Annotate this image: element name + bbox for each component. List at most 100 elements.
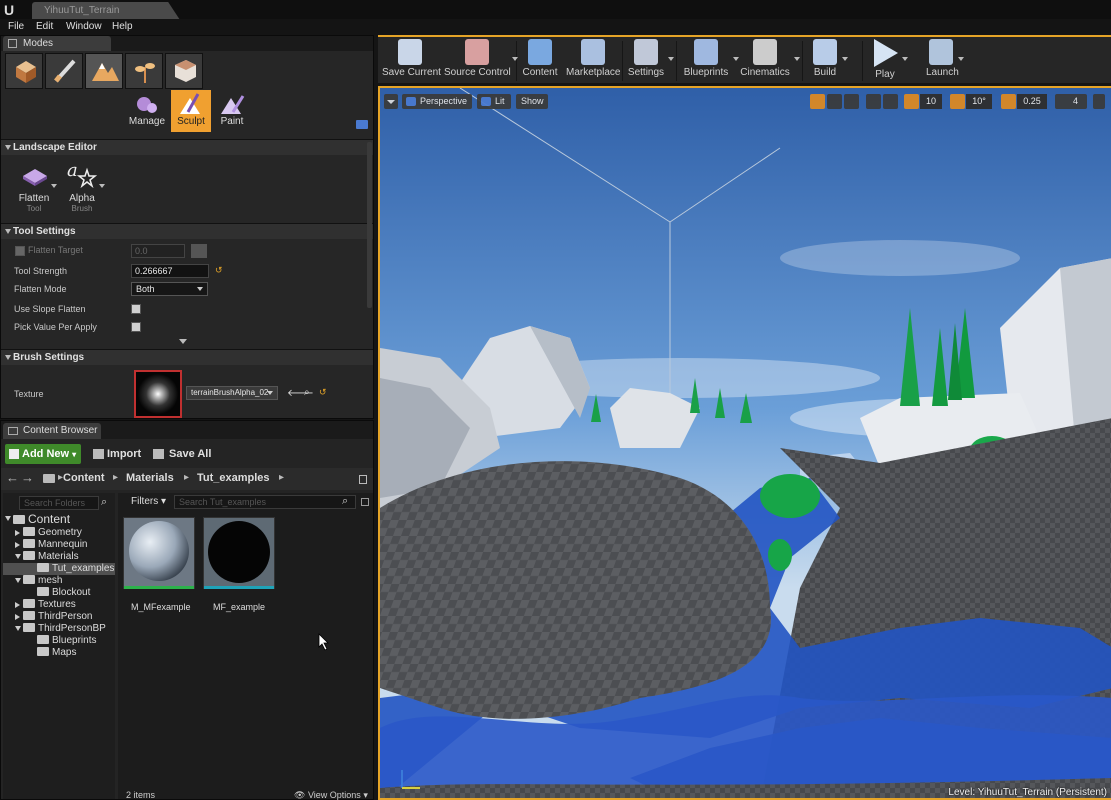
surface-snap-icon[interactable] [883,94,898,109]
folder-tree-item[interactable]: Content [5,513,70,525]
folder-tree-item[interactable]: Geometry [15,527,82,539]
perspective-button[interactable]: Perspective [402,94,472,109]
translate-gizmo-icon[interactable] [810,94,825,109]
rotation-snap-icon[interactable] [950,94,965,109]
tool-strength-field[interactable]: 0.266667 [131,264,209,278]
tab-modes[interactable]: Modes [3,36,111,51]
scale-gizmo-icon[interactable] [844,94,859,109]
modes-scrollbar[interactable] [367,142,372,308]
content-toolbar-button[interactable]: Content [520,39,560,83]
folder-tree-item[interactable]: Materials [15,551,79,563]
viewport-options-button[interactable] [384,94,398,109]
dropdown-caret-icon[interactable] [668,57,674,61]
help-book-icon[interactable] [356,120,368,129]
use-selected-arrow-icon[interactable]: 🡐 [287,387,314,399]
filters-button[interactable]: Filters ▾ [122,495,170,509]
dropdown-caret-icon[interactable] [512,57,518,61]
folder-tree-item[interactable]: ThirdPersonBP [15,623,106,635]
dropdown-caret-icon[interactable] [794,57,800,61]
folder-tree-item[interactable]: Maps [37,647,76,659]
collapsed-arrow-icon[interactable] [15,614,20,620]
tool-settings-header[interactable]: Tool Settings [1,223,373,239]
dropdown-caret-icon[interactable] [902,57,908,61]
collapsed-arrow-icon[interactable] [15,530,20,536]
paint-submode[interactable]: Paint [212,90,252,132]
brush-texture-thumbnail[interactable] [134,370,182,418]
collapsed-arrow-icon[interactable] [15,602,20,608]
manage-submode[interactable]: Manage [127,90,167,132]
place-mode-button[interactable] [5,53,43,89]
cinematics-toolbar-button[interactable]: Cinematics [738,39,792,83]
document-tab[interactable]: YihuuTut_Terrain [32,2,180,20]
expanded-arrow-icon[interactable] [15,626,21,631]
landscape-mode-button[interactable] [85,53,123,89]
expanded-arrow-icon[interactable] [15,578,21,583]
paint-mode-button[interactable] [45,53,83,89]
import-button[interactable]: Import [93,444,141,464]
show-button[interactable]: Show [516,94,548,109]
expand-advanced-icon[interactable] [179,339,187,344]
flatten-target-checkbox[interactable] [15,246,25,256]
menu-window[interactable]: Window [66,19,102,35]
lit-button[interactable]: Lit [477,94,511,109]
grid-snap-value[interactable]: 10 [920,94,942,109]
expanded-arrow-icon[interactable] [15,554,21,559]
brush-settings-header[interactable]: Brush Settings [1,349,373,365]
settings-toolbar-button[interactable]: Settings [626,39,666,83]
save-toolbar-button[interactable]: Save Current [382,39,441,83]
flatten-mode-dropdown[interactable]: Both [131,282,208,296]
play-toolbar-button[interactable]: Play [870,39,900,83]
sculpt-submode[interactable]: Sculpt [171,90,211,132]
blueprints-toolbar-button[interactable]: Blueprints [681,39,731,83]
folder-tree-item[interactable]: mesh [15,575,62,587]
view-options-button[interactable]: 👁 View Options ▾ [294,790,368,800]
add-new-button[interactable]: Add New ▾ [5,444,81,464]
geometry-mode-button[interactable] [165,53,203,89]
dropdown-caret-icon[interactable] [958,57,964,61]
folder-tree-item[interactable]: Textures [15,599,76,611]
landscape-editor-header[interactable]: Landscape Editor [1,139,373,155]
launch-toolbar-button[interactable]: Launch [926,39,959,83]
lock-icon[interactable] [359,475,367,484]
foliage-mode-button[interactable] [125,53,163,89]
asset-tile-m-mfexample[interactable] [123,517,195,589]
expanded-arrow-icon[interactable] [5,516,11,521]
save-all-button[interactable]: Save All [153,444,211,464]
folder-tree-item[interactable]: ThirdPerson [15,611,92,623]
alpha-brush-button[interactable]: a Alpha Brush [63,160,101,213]
world-local-icon[interactable] [866,94,881,109]
menu-edit[interactable]: Edit [36,19,53,35]
browse-search-icon[interactable]: ⌕ [304,387,310,398]
reset-to-default-icon[interactable]: ↺ [215,265,223,276]
pick-value-checkbox[interactable] [131,322,141,332]
breadcrumb-materials[interactable]: Materials [126,472,174,484]
rotate-gizmo-icon[interactable] [827,94,842,109]
scale-snap-icon[interactable] [1001,94,1016,109]
tab-content-browser[interactable]: Content Browser [3,423,101,439]
back-arrow-icon[interactable]: ← [6,470,19,485]
folder-tree-item[interactable]: Tut_examples [3,563,115,575]
rotation-snap-value[interactable]: 10° [966,94,992,109]
marketplace-toolbar-button[interactable]: Marketplace [566,39,620,83]
folder-tree-item[interactable]: Blockout [37,587,90,599]
folder-tree-item[interactable]: Mannequin [15,539,87,551]
asset-tile-mf-example[interactable] [203,517,275,589]
flatten-dropdown-icon[interactable] [51,184,57,188]
camera-speed-button[interactable]: 4 [1055,94,1087,109]
reset-texture-icon[interactable]: ↺ [319,387,327,398]
save-search-icon[interactable] [361,498,369,506]
flatten-tool-button[interactable]: Flatten Tool [15,162,53,213]
build-toolbar-button[interactable]: Build [810,39,840,83]
flatten-target-field[interactable]: 0.0 [131,244,185,258]
menu-help[interactable]: Help [112,19,133,35]
search-assets-input[interactable]: Search Tut_examples [174,495,356,509]
folder-tree-item[interactable]: Blueprints [37,635,96,647]
search-folders-input[interactable]: Search Folders [19,496,99,510]
brush-texture-dropdown[interactable]: terrainBrushAlpha_02 [186,386,278,400]
eyedropper-button[interactable] [191,244,207,258]
forward-arrow-icon[interactable]: → [21,470,34,485]
breadcrumb-content[interactable]: Content [63,472,105,484]
maximize-viewport-icon[interactable] [1093,94,1105,109]
alpha-dropdown-icon[interactable] [99,184,105,188]
grid-snap-icon[interactable] [904,94,919,109]
